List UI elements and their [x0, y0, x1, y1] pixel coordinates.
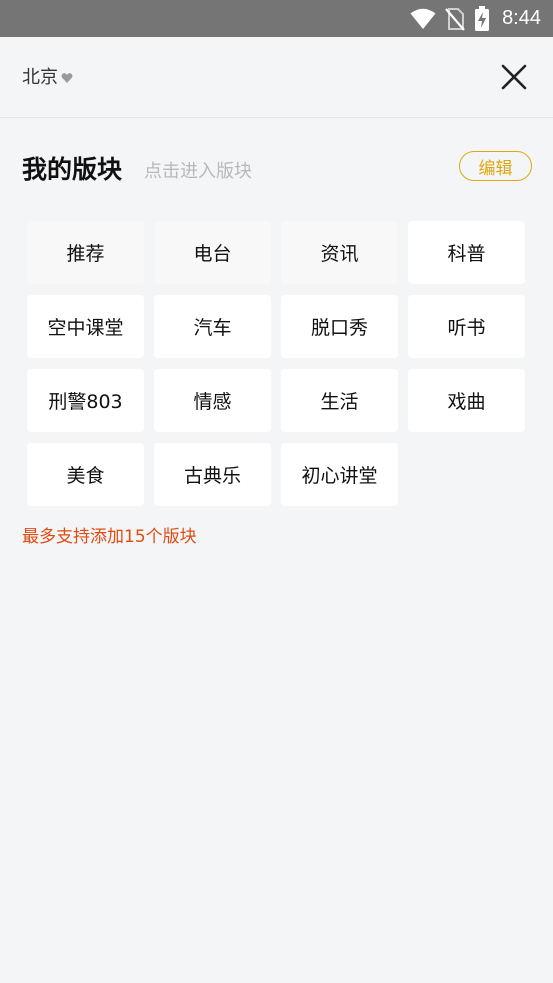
limit-note: 最多支持添加15个版块	[22, 527, 197, 547]
section-hint: 点击进入版块	[144, 161, 252, 182]
header: 北京	[0, 37, 553, 118]
status-bar: 8:44	[0, 0, 553, 37]
section-tile[interactable]: 科普	[408, 221, 525, 284]
section-tile[interactable]: 资讯	[281, 221, 398, 284]
section-tile[interactable]: 汽车	[154, 295, 271, 358]
section-tile[interactable]: 电台	[154, 221, 271, 284]
section-tile[interactable]: 戏曲	[408, 369, 525, 432]
status-time: 8:44	[502, 7, 541, 29]
section-title: 我的版块	[22, 155, 123, 184]
edit-button[interactable]: 编辑	[459, 151, 532, 181]
section-tile[interactable]: 脱口秀	[281, 295, 398, 358]
section-grid: 推荐 电台 资讯 科普 空中课堂 汽车 脱口秀 听书 刑警803 情感 生活 戏…	[27, 221, 525, 506]
wifi-icon	[410, 8, 436, 29]
section-tile[interactable]: 听书	[408, 295, 525, 358]
status-icons: 8:44	[410, 0, 541, 37]
section-tile[interactable]: 生活	[281, 369, 398, 432]
section-tile[interactable]: 刑警803	[27, 369, 144, 432]
heart-icon	[61, 72, 73, 83]
city-selector[interactable]: 北京	[22, 63, 73, 89]
city-label: 北京	[22, 67, 58, 88]
section-tile[interactable]: 美食	[27, 443, 144, 506]
section-header: 我的版块 点击进入版块 编辑	[22, 148, 532, 188]
section-tile[interactable]: 情感	[154, 369, 271, 432]
section-tile[interactable]: 推荐	[27, 221, 144, 284]
battery-charging-icon	[475, 5, 490, 31]
close-icon	[501, 64, 527, 90]
no-sim-icon	[445, 7, 465, 31]
section-tile[interactable]: 初心讲堂	[281, 443, 398, 506]
close-button[interactable]	[499, 62, 529, 92]
section-tile[interactable]: 古典乐	[154, 443, 271, 506]
section-tile[interactable]: 空中课堂	[27, 295, 144, 358]
